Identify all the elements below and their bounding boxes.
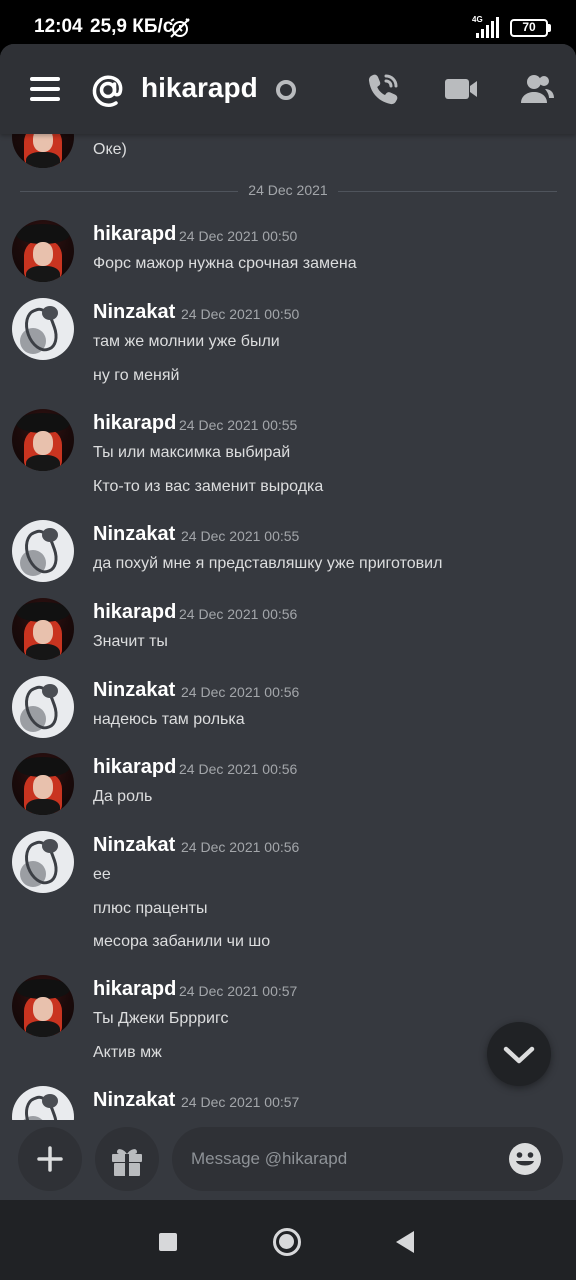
battery-level: 70: [522, 20, 536, 34]
battery-tip: [548, 24, 551, 32]
page-title: hikarapd: [141, 72, 258, 103]
video-camera-icon[interactable]: [442, 70, 480, 108]
message-timestamp: 24 Dec 2021 00:57: [179, 983, 298, 999]
message-author[interactable]: hikarapd: [93, 223, 176, 246]
message-text: плюс праценты: [93, 900, 208, 917]
avatar[interactable]: [12, 598, 74, 660]
message-author[interactable]: Ninzakat: [93, 523, 175, 546]
message-timestamp: 24 Dec 2021 00:55: [179, 417, 298, 433]
message-text: Да роль: [93, 788, 153, 805]
message-text: месора забанили чи шо: [93, 933, 271, 950]
avatar[interactable]: [12, 1086, 74, 1120]
system-nav-bar: [0, 1200, 576, 1280]
hamburger-icon[interactable]: [30, 77, 60, 101]
message-author[interactable]: hikarapd: [93, 601, 176, 624]
message-author[interactable]: Ninzakat: [93, 834, 175, 857]
message-input[interactable]: Message @hikarapd: [172, 1127, 563, 1191]
message-author[interactable]: Ninzakat: [93, 301, 175, 324]
avatar[interactable]: [12, 134, 74, 168]
avatar[interactable]: [12, 831, 74, 893]
avatar[interactable]: [12, 220, 74, 282]
message-text: там же молнии уже были: [93, 333, 280, 350]
back-button[interactable]: [396, 1231, 414, 1253]
message-author[interactable]: hikarapd: [93, 412, 176, 435]
date-divider: 24 Dec 2021: [20, 182, 557, 202]
message-text: ее: [93, 866, 111, 883]
message-text: ну го меняй: [93, 367, 180, 384]
recents-button[interactable]: [159, 1233, 177, 1251]
message-author[interactable]: hikarapd: [93, 756, 176, 779]
phone-call-icon[interactable]: [364, 70, 402, 108]
message-input-placeholder: Message @hikarapd: [191, 1149, 348, 1168]
message-text: Оке): [93, 141, 127, 158]
message-text: да похуй мне я представляшку уже пригото…: [93, 555, 443, 572]
add-attachment-button[interactable]: [18, 1127, 82, 1191]
alarm-off-icon: [170, 18, 190, 38]
signal-4g-icon: 4G: [472, 15, 499, 38]
message-composer: Message @hikarapd: [0, 1120, 576, 1200]
chevron-down-icon: [503, 1046, 535, 1064]
at-icon: [92, 75, 123, 107]
message-text: Значит ты: [93, 633, 168, 650]
gift-button[interactable]: [95, 1127, 159, 1191]
gift-icon: [112, 1149, 142, 1176]
message-text: Кто-то из вас заменит выродка: [93, 478, 324, 495]
message-text: Актив мж: [93, 1044, 162, 1061]
message-text: Ты Джеки Бррригс: [93, 1010, 229, 1027]
avatar[interactable]: [12, 409, 74, 471]
message-list[interactable]: Оке) 24 Dec 2021 hikarapd 24 Dec 2021 00…: [0, 134, 576, 1120]
status-time: 12:04: [34, 16, 83, 37]
message-author[interactable]: Ninzakat: [93, 1089, 175, 1112]
message-timestamp: 24 Dec 2021 00:55: [181, 528, 300, 544]
message-text: Форс мажор нужна срочная замена: [93, 255, 357, 272]
message-timestamp: 24 Dec 2021 00:57: [181, 1094, 300, 1110]
message-author[interactable]: hikarapd: [93, 978, 176, 1001]
dm-screen: hikarapd Оке) 24 Dec 2021 hikarapd 24 De…: [0, 44, 576, 1200]
status-network-speed: 25,9 КБ/с: [90, 16, 174, 37]
jump-to-present-button[interactable]: [487, 1022, 551, 1086]
plus-icon: [37, 1146, 63, 1172]
avatar[interactable]: [12, 520, 74, 582]
channel-header: hikarapd: [0, 44, 576, 134]
avatar[interactable]: [12, 975, 74, 1037]
avatar[interactable]: [12, 298, 74, 360]
message-author[interactable]: Ninzakat: [93, 679, 175, 702]
date-divider-label: 24 Dec 2021: [248, 182, 328, 198]
emoji-icon[interactable]: [508, 1142, 542, 1176]
battery-icon: 70: [510, 19, 548, 37]
message-timestamp: 24 Dec 2021 00:56: [179, 761, 298, 777]
avatar[interactable]: [12, 753, 74, 815]
message-timestamp: 24 Dec 2021 00:50: [179, 228, 298, 244]
message-text: надеюсь там ролька: [93, 711, 245, 728]
members-icon[interactable]: [518, 70, 556, 108]
message-timestamp: 24 Dec 2021 00:56: [181, 839, 300, 855]
avatar[interactable]: [12, 676, 74, 738]
message-timestamp: 24 Dec 2021 00:56: [179, 606, 298, 622]
offline-status-icon: [276, 80, 296, 100]
message-text: Ты или максимка выбирай: [93, 444, 291, 461]
home-button[interactable]: [273, 1228, 301, 1256]
message-timestamp: 24 Dec 2021 00:50: [181, 306, 300, 322]
message-timestamp: 24 Dec 2021 00:56: [181, 684, 300, 700]
svg-text:4G: 4G: [472, 15, 483, 24]
